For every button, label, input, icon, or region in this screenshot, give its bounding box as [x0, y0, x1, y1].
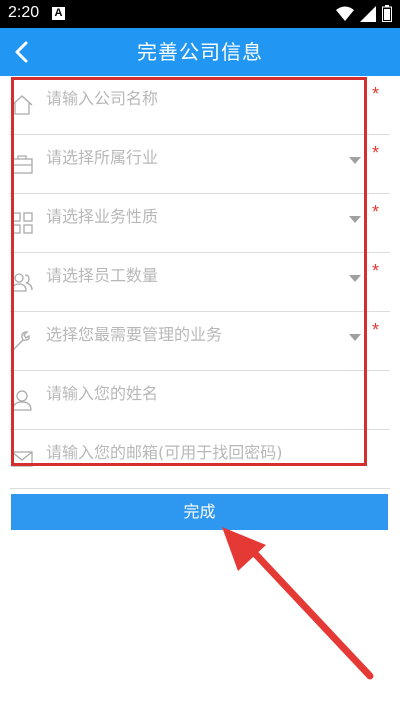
email-placeholder: 请输入您的邮箱(可用于找回密码) [46, 443, 283, 462]
industry-select[interactable]: 请选择所属行业 * [10, 135, 390, 194]
briefcase-icon [11, 155, 33, 174]
required-mark: * [372, 143, 380, 163]
email-field[interactable]: 请输入您的邮箱(可用于找回密码) [10, 430, 390, 489]
wrench-icon [12, 331, 30, 351]
company-name-field[interactable]: 请输入公司名称 * [10, 76, 390, 135]
people-icon [11, 273, 33, 292]
required-mark: * [372, 261, 380, 281]
title-bar: 完善公司信息 [0, 28, 400, 76]
required-mark: * [372, 320, 380, 340]
signal-icon [360, 5, 376, 22]
industry-placeholder: 请选择所属行业 [46, 148, 159, 167]
employee-count-select[interactable]: 请选择员工数量 * [10, 253, 390, 312]
name-placeholder: 请输入您的姓名 [46, 384, 159, 403]
page-title: 完善公司信息 [137, 40, 263, 64]
dropdown-caret-icon [349, 334, 361, 341]
business-nature-placeholder: 请选择业务性质 [46, 207, 159, 226]
person-icon [12, 390, 32, 411]
dropdown-caret-icon [349, 157, 361, 164]
managed-business-placeholder: 选择您最需要管理的业务 [46, 325, 223, 344]
status-icons [336, 5, 392, 22]
name-field[interactable]: 请输入您的姓名 [10, 371, 390, 430]
dropdown-caret-icon [349, 275, 361, 282]
mail-icon [11, 451, 33, 467]
home-icon [11, 95, 33, 115]
dropdown-caret-icon [349, 216, 361, 223]
battery-icon [382, 5, 392, 22]
wifi-icon [336, 6, 354, 21]
required-mark: * [372, 84, 380, 104]
company-info-form: 请输入公司名称 * 请选择所属行业 * 请选择业务性质 * 请选择员工数量 * [0, 76, 400, 489]
company-name-placeholder: 请输入公司名称 [46, 89, 159, 108]
status-bar: 2:20 A [0, 0, 400, 28]
notification-icon: A [52, 7, 65, 20]
managed-business-select[interactable]: 选择您最需要管理的业务 * [10, 312, 390, 371]
employee-count-placeholder: 请选择员工数量 [46, 266, 159, 285]
done-button[interactable]: 完成 [11, 494, 388, 530]
business-nature-select[interactable]: 请选择业务性质 * [10, 194, 390, 253]
status-time: 2:20 [8, 4, 40, 21]
grid-icon [11, 212, 33, 234]
required-mark: * [372, 202, 380, 222]
